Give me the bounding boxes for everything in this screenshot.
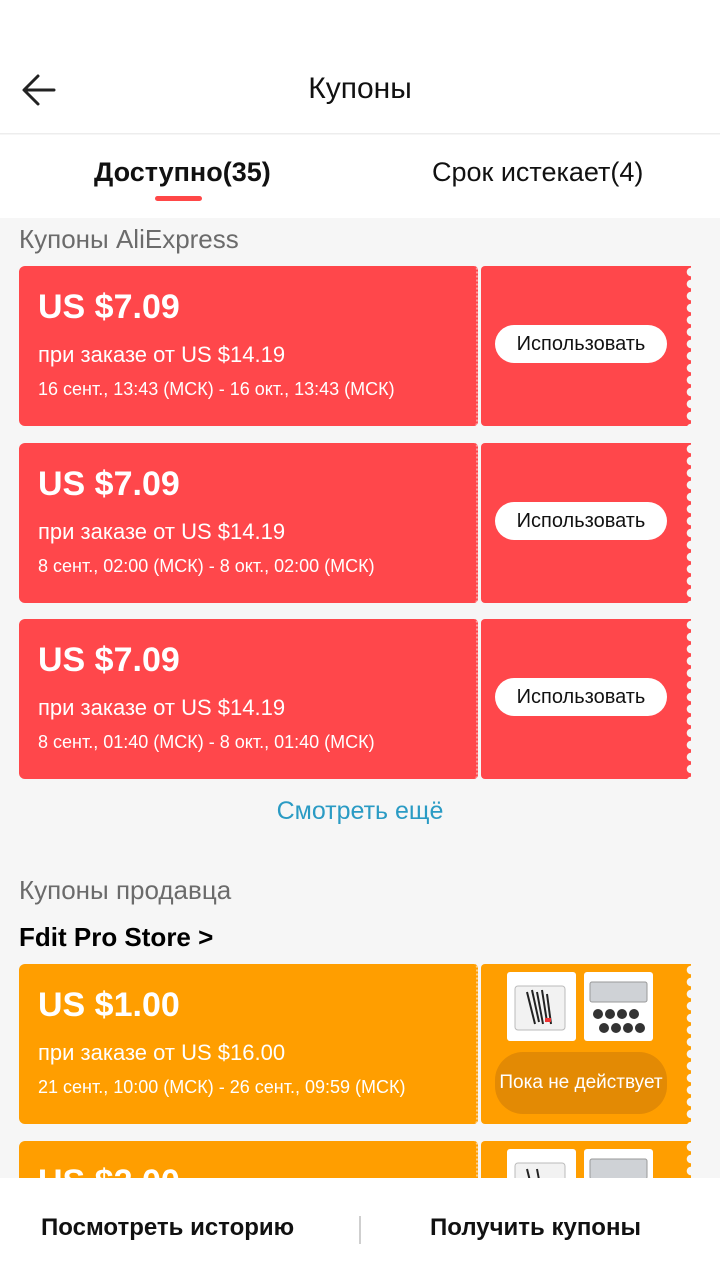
- active-tab-indicator: [155, 196, 202, 201]
- view-history-button[interactable]: Посмотреть историю: [41, 1214, 294, 1242]
- coupon-validity: 16 сент., 13:43 (МСК) - 16 окт., 13:43 (…: [38, 379, 395, 399]
- get-coupons-button[interactable]: Получить купоны: [430, 1214, 641, 1242]
- coupon-info: US $7.09 при заказе от US $14.19 16 сент…: [14, 266, 478, 426]
- aliexpress-coupons-title: Купоны AliExpress: [19, 224, 239, 254]
- use-coupon-button[interactable]: Использовать: [495, 325, 667, 363]
- coupon-card: US $1.00 при заказе от US $16.00 21 сент…: [14, 964, 691, 1124]
- coupon-action-area: Пока не действует: [481, 964, 691, 1124]
- coupon-action-area: Использовать: [481, 266, 691, 426]
- use-coupon-button[interactable]: Использовать: [495, 678, 667, 716]
- coupon-condition: при заказе от US $14.19: [38, 519, 286, 544]
- coupon-card: US $7.09 при заказе от US $14.19 8 сент.…: [14, 443, 691, 603]
- coupon-validity: 8 сент., 01:40 (МСК) - 8 окт., 01:40 (МС…: [38, 732, 375, 752]
- product-thumbnail[interactable]: [507, 972, 576, 1041]
- use-coupon-button[interactable]: Использовать: [495, 502, 667, 540]
- coupon-amount: US $7.09: [38, 465, 180, 503]
- tab-expiring[interactable]: Срок истекает(4): [432, 157, 643, 188]
- coupon-validity: 8 сент., 02:00 (МСК) - 8 окт., 02:00 (МС…: [38, 556, 375, 576]
- coupon-condition: при заказе от US $14.19: [38, 695, 286, 720]
- page-title: Купоны: [308, 72, 412, 105]
- coupon-info: US $7.09 при заказе от US $14.19 8 сент.…: [14, 619, 478, 779]
- coupon-amount: US $1.00: [38, 986, 180, 1024]
- coupon-amount: US $7.09: [38, 288, 180, 326]
- tab-available[interactable]: Доступно(35): [94, 157, 271, 188]
- coupon-condition: при заказе от US $14.19: [38, 342, 286, 367]
- divider: [359, 1216, 361, 1244]
- tab-bar: Доступно(35) Срок истекает(4): [0, 135, 720, 218]
- seller-coupons-title: Купоны продавца: [19, 875, 232, 905]
- store-link[interactable]: Fdit Pro Store >: [19, 922, 213, 953]
- coupon-card: US $7.09 при заказе от US $14.19 8 сент.…: [14, 619, 691, 779]
- coupon-action-area: Использовать: [481, 619, 691, 779]
- coupon-condition: при заказе от US $16.00: [38, 1040, 286, 1065]
- see-more-link[interactable]: Смотреть ещё: [0, 797, 720, 826]
- coupon-info: US $7.09 при заказе от US $14.19 8 сент.…: [14, 443, 478, 603]
- coupon-action-area: Использовать: [481, 443, 691, 603]
- bottom-action-bar: Посмотреть историю Получить купоны: [0, 1178, 720, 1280]
- product-thumbnail[interactable]: [584, 972, 653, 1041]
- not-yet-valid-button[interactable]: Пока не действует: [495, 1052, 667, 1114]
- coupon-amount: US $7.09: [38, 641, 180, 679]
- coupon-validity: 21 сент., 10:00 (МСК) - 26 сент., 09:59 …: [38, 1077, 406, 1097]
- coupon-info: US $1.00 при заказе от US $16.00 21 сент…: [14, 964, 478, 1124]
- app-header: Купоны: [0, 0, 720, 134]
- socket-set-image: [589, 981, 648, 1033]
- drill-bit-case-image: [514, 985, 566, 1031]
- coupon-card: US $7.09 при заказе от US $14.19 16 сент…: [14, 266, 691, 426]
